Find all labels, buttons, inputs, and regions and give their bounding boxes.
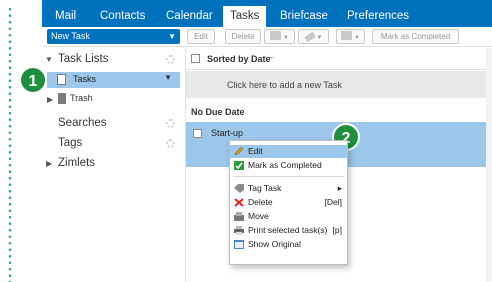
select-all-checkbox[interactable] bbox=[191, 54, 200, 63]
zimlets-heading[interactable]: Zimlets bbox=[58, 157, 95, 169]
menu-item-label: Delete bbox=[248, 197, 273, 207]
gear-icon[interactable] bbox=[166, 139, 175, 148]
expand-triangle-icon[interactable]: ▶ bbox=[46, 159, 52, 168]
sidebar-item-label: Trash bbox=[70, 93, 93, 103]
menu-item-label: Edit bbox=[248, 146, 263, 156]
sort-header-label[interactable]: Sorted by Date bbox=[207, 54, 271, 64]
task-checkbox[interactable] bbox=[193, 129, 202, 138]
context-menu-move[interactable]: Move bbox=[230, 210, 347, 223]
tag-icon bbox=[303, 31, 316, 43]
menu-item-label: Print selected task(s) bbox=[248, 225, 328, 235]
chevron-down-icon: ▼ bbox=[283, 35, 289, 41]
print-icon bbox=[341, 31, 353, 40]
add-new-task-row[interactable]: Click here to add a new Task bbox=[186, 71, 492, 98]
dotted-guide-line bbox=[8, 6, 12, 282]
context-menu-mark-completed[interactable]: Mark as Completed bbox=[230, 159, 347, 172]
menu-item-label: Move bbox=[248, 211, 269, 221]
print-icon bbox=[234, 226, 244, 235]
move-icon bbox=[270, 31, 282, 40]
tab-preferences[interactable]: Preferences bbox=[347, 9, 409, 23]
tags-heading[interactable]: Tags bbox=[58, 137, 82, 149]
delete-x-icon bbox=[234, 198, 244, 207]
menu-item-shortcut: [p] bbox=[332, 225, 342, 235]
group-heading: No Due Date bbox=[191, 107, 245, 117]
sort-icon[interactable]: ⌐ bbox=[269, 53, 274, 62]
tab-briefcase[interactable]: Briefcase bbox=[280, 9, 328, 23]
task-list-icon bbox=[57, 74, 66, 85]
menu-item-label: Mark as Completed bbox=[248, 160, 322, 170]
delete-button[interactable]: Delete bbox=[225, 29, 261, 44]
submenu-arrow-icon: ▸ bbox=[337, 183, 342, 193]
app-tab-bar: Mail Contacts Calendar Tasks Briefcase P… bbox=[42, 0, 492, 27]
checkmark-icon bbox=[234, 161, 244, 170]
chevron-down-icon: ▼ bbox=[316, 35, 323, 41]
context-menu-tag-task[interactable]: Tag Task ▸ bbox=[230, 182, 347, 195]
trash-icon bbox=[58, 93, 66, 104]
context-menu-print[interactable]: Print selected task(s) [p] bbox=[230, 224, 347, 237]
menu-item-label: Tag Task bbox=[248, 183, 282, 193]
gear-icon[interactable] bbox=[166, 55, 175, 64]
tag-icon bbox=[234, 184, 244, 193]
gear-icon[interactable] bbox=[166, 119, 175, 128]
sidebar-item-trash[interactable]: ▶ Trash bbox=[42, 91, 182, 107]
list-header: Sorted by Date ⌐ bbox=[186, 48, 492, 70]
scrollbar[interactable] bbox=[486, 48, 492, 282]
new-task-button[interactable]: New Task ▼ bbox=[47, 29, 180, 44]
menu-item-label: Show Original bbox=[248, 239, 301, 249]
sidebar-item-label: Tasks bbox=[73, 74, 97, 84]
tab-calendar[interactable]: Calendar bbox=[166, 9, 213, 23]
new-task-label: New Task bbox=[51, 31, 90, 41]
tab-contacts[interactable]: Contacts bbox=[100, 9, 145, 23]
print-button[interactable]: ▼ bbox=[336, 29, 365, 44]
chevron-down-icon: ▼ bbox=[354, 35, 360, 41]
context-menu: Edit Mark as Completed Tag Task ▸ Delete… bbox=[229, 140, 348, 265]
add-new-task-label: Click here to add a new Task bbox=[227, 80, 342, 90]
pencil-icon bbox=[234, 147, 244, 156]
chevron-down-icon[interactable]: ▼ bbox=[164, 73, 172, 82]
context-menu-edit[interactable]: Edit bbox=[230, 145, 347, 158]
show-original-icon bbox=[234, 240, 244, 249]
task-subject: Start-up bbox=[211, 128, 244, 138]
move-icon bbox=[234, 212, 244, 221]
tab-tasks[interactable]: Tasks bbox=[223, 6, 267, 27]
mark-as-completed-button[interactable]: Mark as Completed bbox=[372, 29, 459, 44]
edit-button[interactable]: Edit bbox=[187, 29, 215, 44]
menu-divider bbox=[233, 176, 344, 177]
step-badge-1: 1 bbox=[19, 66, 47, 94]
collapse-triangle-icon[interactable]: ▼ bbox=[45, 55, 53, 64]
move-button[interactable]: ▼ bbox=[264, 29, 295, 44]
tag-button[interactable]: ▼ bbox=[298, 29, 329, 44]
tab-mail[interactable]: Mail bbox=[55, 9, 76, 23]
expand-triangle-icon[interactable]: ▶ bbox=[47, 95, 53, 104]
searches-heading[interactable]: Searches bbox=[58, 117, 107, 129]
sidebar: ▼ Task Lists Tasks ▼ ▶ Trash Searches Ta… bbox=[42, 48, 185, 282]
toolbar: New Task ▼ Edit Delete ▼ ▼ ▼ Mark as Com… bbox=[42, 27, 492, 47]
task-lists-heading[interactable]: Task Lists bbox=[58, 53, 109, 65]
context-menu-delete[interactable]: Delete [Del] bbox=[230, 196, 347, 209]
sidebar-item-tasks[interactable]: Tasks ▼ bbox=[47, 72, 180, 88]
context-menu-show-original[interactable]: Show Original bbox=[230, 238, 347, 251]
menu-item-shortcut: [Del] bbox=[324, 197, 342, 207]
chevron-down-icon[interactable]: ▼ bbox=[168, 29, 176, 44]
